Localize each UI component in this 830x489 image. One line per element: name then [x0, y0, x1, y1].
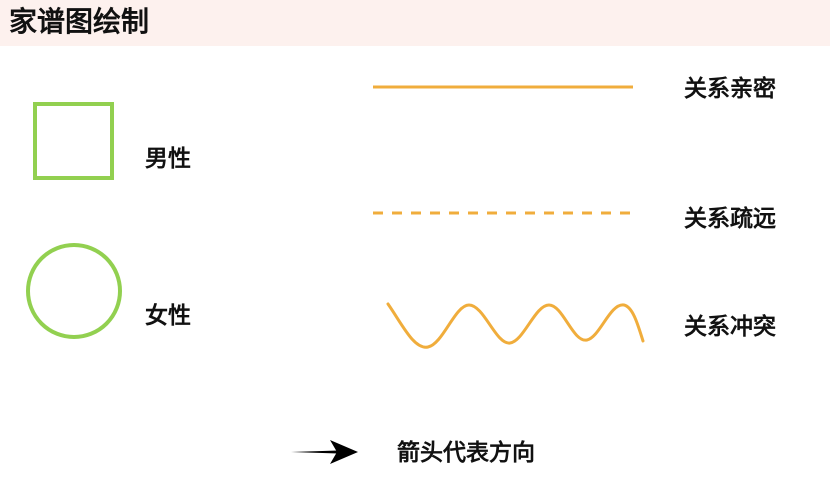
male-label: 男性: [145, 146, 191, 172]
wavy-line-icon: [386, 302, 645, 349]
close-relationship-label: 关系亲密: [684, 76, 776, 102]
arrow-direction-label: 箭头代表方向: [397, 440, 535, 466]
distant-relationship-label: 关系疏远: [684, 206, 776, 232]
legend-diagram: [26, 85, 645, 464]
square-icon: [33, 102, 114, 180]
genogram-legend-page: 家谱图绘制 男性 女性 关系亲密 关系疏远 关系冲突 箭头代表方向: [0, 0, 830, 489]
female-label: 女性: [145, 303, 191, 329]
arrow-icon: [291, 440, 358, 464]
conflict-relationship-label: 关系冲突: [684, 314, 776, 340]
circle-icon: [26, 243, 122, 339]
